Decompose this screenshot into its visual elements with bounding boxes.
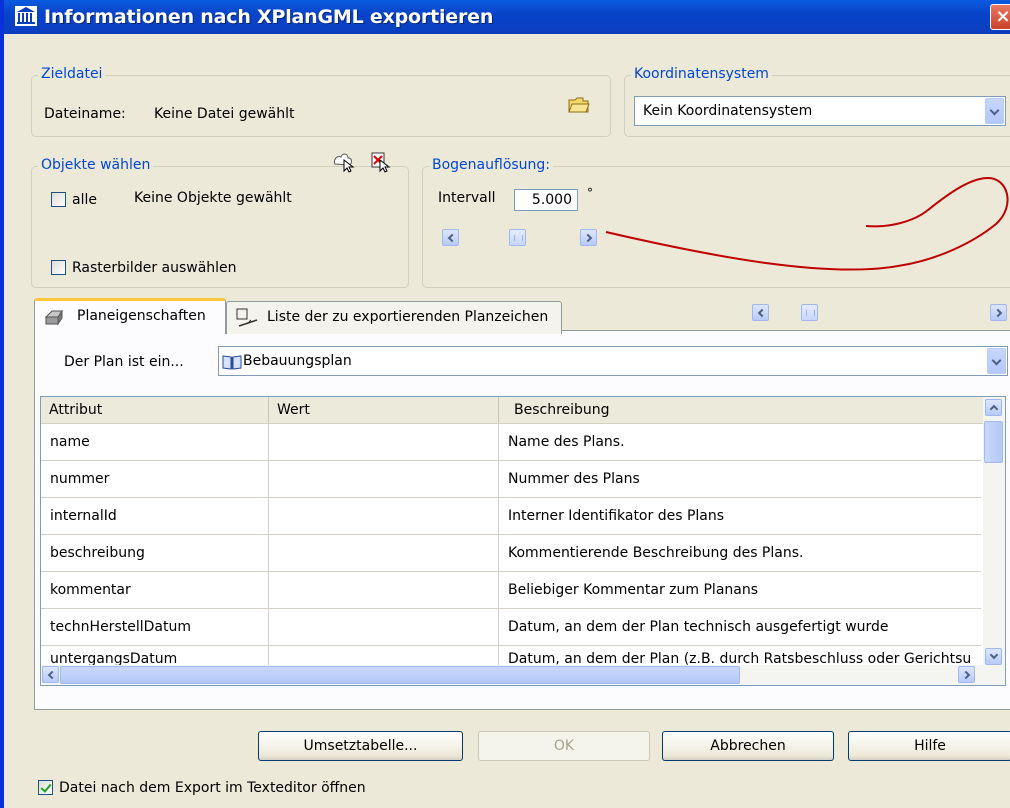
- hilfe-button[interactable]: Hilfe: [848, 731, 1010, 761]
- title-bar[interactable]: Informationen nach XPlanGML exportieren …: [4, 0, 1010, 34]
- rasterbilder-label: Rasterbilder auswählen: [72, 260, 237, 276]
- alle-checkbox[interactable]: [51, 192, 66, 207]
- table-row[interactable]: technHerstellDatum Datum, an dem der Pla…: [41, 609, 981, 646]
- close-button[interactable]: ×: [990, 4, 1010, 30]
- plan-type-label: Der Plan ist ein...: [64, 354, 184, 370]
- attribut-cell: technHerstellDatum: [41, 609, 269, 645]
- zieldatei-group-title: Zieldatei: [38, 66, 106, 82]
- table-horizontal-scrollbar[interactable]: [41, 665, 1005, 685]
- table-row[interactable]: untergangsDatum Datum, an dem der Plan (…: [41, 646, 981, 682]
- table-vertical-scrollbar[interactable]: [983, 397, 1005, 667]
- koordinatensystem-group-title: Koordinatensystem: [631, 66, 772, 82]
- objekte-group-title: Objekte wählen: [38, 157, 154, 173]
- scroll-left-button[interactable]: [42, 666, 59, 683]
- objekte-status: Keine Objekte gewählt: [134, 190, 292, 206]
- attribut-cell: internalId: [41, 498, 269, 534]
- wert-cell[interactable]: [269, 498, 499, 534]
- tab-scroll-right-button[interactable]: [990, 304, 1007, 321]
- plan-type-select[interactable]: Bebauungsplan: [218, 346, 1008, 376]
- koordinatensystem-selected: Kein Koordinatensystem: [643, 103, 813, 119]
- window-title: Informationen nach XPlanGML exportieren: [44, 6, 494, 28]
- table-row[interactable]: internalId Interner Identifikator des Pl…: [41, 498, 981, 535]
- wert-cell[interactable]: [269, 572, 499, 608]
- chevron-down-icon[interactable]: [987, 348, 1006, 374]
- column-header-attribut[interactable]: Attribut: [41, 397, 269, 423]
- tab-planzeichen-label: Liste der zu exportierenden Planzeichen: [267, 309, 549, 325]
- intervall-label: Intervall: [438, 190, 496, 206]
- texteditor-label: Datei nach dem Export im Texteditor öffn…: [59, 780, 366, 796]
- scroll-down-button[interactable]: [985, 648, 1002, 665]
- texteditor-checkbox[interactable]: [38, 780, 53, 795]
- tab-planeigenschaften[interactable]: Planeigenschaften: [34, 298, 226, 334]
- umsetztabelle-button[interactable]: Umsetztabelle...: [258, 731, 463, 761]
- table-header: Attribut Wert Beschreibung: [41, 397, 983, 424]
- beschreibung-cell: Datum, an dem der Plan technisch ausgefe…: [508, 619, 889, 635]
- bogen-scroll-right-button[interactable]: [580, 229, 597, 246]
- rasterbilder-checkbox[interactable]: [51, 260, 66, 275]
- bogen-scroll-left-button[interactable]: [442, 229, 459, 246]
- ok-button[interactable]: OK: [478, 731, 650, 761]
- tab-planzeichen-liste[interactable]: Liste der zu exportierenden Planzeichen: [226, 301, 562, 334]
- table-row[interactable]: nummer Nummer des Plans: [41, 461, 981, 498]
- column-header-wert[interactable]: Wert: [269, 397, 499, 423]
- abbrechen-button[interactable]: Abbrechen: [662, 731, 834, 761]
- arc-preview-curve: [605, 176, 1009, 271]
- plan-type-selected: Bebauungsplan: [243, 353, 352, 369]
- table-row[interactable]: beschreibung Kommentierende Beschreibung…: [41, 535, 981, 572]
- wert-cell[interactable]: [269, 461, 499, 497]
- wert-cell[interactable]: [269, 609, 499, 645]
- wert-cell[interactable]: [269, 424, 499, 460]
- koordinatensystem-select[interactable]: Kein Koordinatensystem: [634, 96, 1006, 126]
- folder-icon[interactable]: [568, 96, 590, 114]
- planzeichen-icon: [236, 308, 258, 327]
- vertical-scroll-thumb[interactable]: [984, 421, 1003, 463]
- pick-objects-icon[interactable]: [370, 151, 392, 173]
- attribut-cell: kommentar: [41, 572, 269, 608]
- attribut-cell: beschreibung: [41, 535, 269, 571]
- wert-cell[interactable]: [269, 535, 499, 571]
- properties-icon: [45, 309, 63, 326]
- horizontal-scroll-thumb[interactable]: [60, 666, 740, 684]
- book-icon: [222, 355, 242, 370]
- beschreibung-cell: Name des Plans.: [508, 434, 625, 450]
- bogen-scroll-thumb[interactable]: [509, 229, 526, 246]
- beschreibung-cell: Interner Identifikator des Plans: [508, 508, 725, 524]
- intervall-input[interactable]: 5.000: [514, 189, 578, 211]
- dateiname-label: Dateiname:: [44, 106, 126, 122]
- dateiname-value: Keine Datei gewählt: [154, 106, 295, 122]
- tab-scroll-left-button[interactable]: [752, 304, 769, 321]
- dialog-window: Informationen nach XPlanGML exportieren …: [0, 0, 1010, 808]
- degree-unit: °: [587, 186, 593, 200]
- table-row[interactable]: kommentar Beliebiger Kommentar zum Plana…: [41, 572, 981, 609]
- tab-scroll-thumb[interactable]: [801, 304, 818, 321]
- scroll-right-button[interactable]: [958, 666, 975, 683]
- building-icon: [15, 6, 37, 26]
- beschreibung-cell: Beliebiger Kommentar zum Planans: [508, 582, 759, 598]
- tab-planeigenschaften-label: Planeigenschaften: [77, 308, 206, 324]
- table-row[interactable]: name Name des Plans.: [41, 424, 981, 461]
- alle-label: alle: [72, 192, 97, 208]
- select-objects-icon[interactable]: [332, 151, 356, 173]
- chevron-down-icon[interactable]: [985, 98, 1004, 124]
- attribut-cell: nummer: [41, 461, 269, 497]
- beschreibung-cell: Kommentierende Beschreibung des Plans.: [508, 545, 804, 561]
- bogen-group-title: Bogenauflösung:: [429, 157, 554, 173]
- scroll-up-button[interactable]: [985, 399, 1002, 416]
- beschreibung-cell: Nummer des Plans: [508, 471, 640, 487]
- attribut-cell: name: [41, 424, 269, 460]
- column-header-beschreibung[interactable]: Beschreibung: [499, 397, 983, 423]
- attribute-table: Attribut Wert Beschreibung name Name des…: [40, 396, 1006, 686]
